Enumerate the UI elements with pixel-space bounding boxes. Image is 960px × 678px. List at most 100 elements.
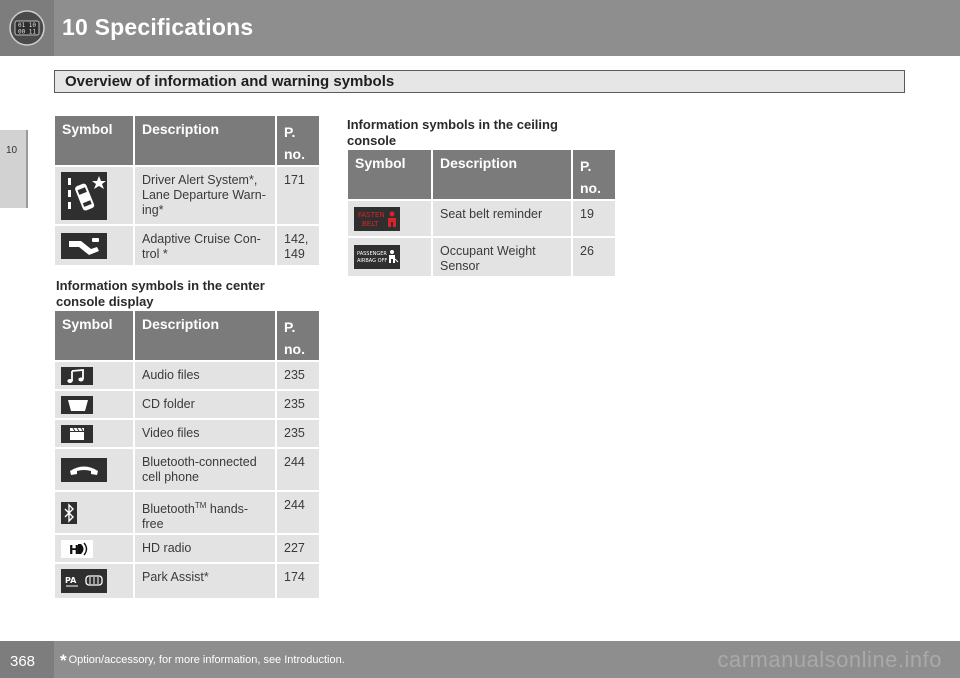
table-row: FASTEN BELT Seat belt reminder 19 [348,201,615,238]
side-tab-label: 10 [6,145,18,156]
trademark-superscript: TM [194,501,207,510]
table-row: PASSENGER AIRBAG OFF Occupant Weight Sen… [348,238,615,278]
column-header-page: P. no. [573,150,615,201]
description-cell: Video files [135,420,277,449]
adaptive-cruise-control-icon [61,232,107,259]
page-cell: 26 [573,238,615,278]
symbol-cell: PASSENGER AIRBAG OFF [348,238,433,278]
description-cell: Occupant Weight Sensor [433,238,573,278]
column-header-description: Description [135,116,277,167]
symbol-cell [55,492,135,535]
phone-handset-icon [61,457,107,482]
svg-text:PA: PA [65,576,77,585]
page-cell: 235 [277,420,319,449]
section-title: Overview of information and warning symb… [65,73,395,90]
svg-text:BELT: BELT [362,220,379,228]
table-header-row: Symbol Description P. no. [55,116,319,167]
center-console-symbols-table: Symbol Description P. no. Audio files 235… [55,311,319,600]
symbol-cell [55,226,135,267]
svg-text:FASTEN: FASTEN [358,211,385,219]
symbol-cell [55,391,135,420]
fasten-belt-icon: FASTEN BELT [354,206,400,231]
description-cell: Seat belt reminder [433,201,573,238]
page-cell: 171 [277,167,319,226]
column-header-symbol: Symbol [348,150,433,201]
section-title-box: Overview of information and warning symb… [54,70,905,93]
table-row: CD folder 235 [55,391,319,420]
page-number: 368 [10,653,36,670]
column-header-page-no: no. [284,341,305,357]
table-header-row: Symbol Description P. no. [348,150,615,201]
driver-assist-symbols-table: Symbol Description P. no. Driver Alert Sy… [55,116,319,267]
chapter-title: 10 Specifications [62,14,254,40]
table-row: Video files 235 [55,420,319,449]
symbol-cell: H [55,535,135,564]
description-cell: CD folder [135,391,277,420]
table-row: PA Park Assist* 174 [55,564,319,600]
page-cell: 227 [277,535,319,564]
music-note-icon [61,366,93,385]
description-cell: Audio files [135,362,277,391]
symbol-cell: FASTEN BELT [348,201,433,238]
svg-text:H: H [69,543,79,557]
page-cell: 19 [573,201,615,238]
svg-text:AIRBAG OFF: AIRBAG OFF [357,258,387,264]
description-cell: HD radio [135,535,277,564]
description-cell: Driver Alert System*, Lane Departure War… [135,167,277,226]
column-header-page-no: no. [580,180,601,196]
page-cell: 174 [277,564,319,600]
header-icon-tab: 01 10 00 11 [0,0,54,56]
table-row: BluetoothTM hands-free 244 [55,492,319,535]
table-row: Driver Alert System*, Lane Departure War… [55,167,319,226]
footer-page-tab: 368 [0,641,54,678]
ceiling-console-heading: Information symbols in the ceiling conso… [347,117,558,148]
page-cell: 244 [277,449,319,492]
column-header-description: Description [135,311,277,362]
park-assist-icon: PA [61,569,107,593]
driver-alert-lane-departure-icon [61,171,107,220]
table-row: Adaptive Cruise Con-trol * 142, 149 [55,226,319,267]
hd-radio-icon: H [61,539,93,558]
cd-folder-icon [61,395,93,414]
column-header-page: P. no. [277,311,319,362]
column-header-page-p: P. [284,319,296,335]
center-console-heading: Information symbols in the center consol… [56,278,265,309]
table-row: Bluetooth-connected cell phone 244 [55,449,319,492]
page-cell: 235 [277,362,319,391]
car-info-display-icon: 01 10 00 11 [9,10,45,46]
page-cell: 142, 149 [277,226,319,267]
svg-text:PASSENGER: PASSENGER [357,251,387,257]
svg-text:00 11: 00 11 [18,29,36,36]
column-header-symbol: Symbol [55,116,135,167]
page-cell: 235 [277,391,319,420]
column-header-page: P. no. [277,116,319,167]
symbol-cell [55,420,135,449]
description-cell: Bluetooth-connected cell phone [135,449,277,492]
description-cell: BluetoothTM hands-free [135,492,277,535]
table-row: H HD radio 227 [55,535,319,564]
footnote-star: * [60,651,67,670]
passenger-airbag-off-icon: PASSENGER AIRBAG OFF [354,245,400,269]
symbol-cell [55,449,135,492]
ceiling-console-symbols-table: Symbol Description P. no. FASTEN BELT Sea… [348,150,615,278]
footnote-text: Option/accessory, for more information, … [68,654,345,666]
chapter-side-tab: 10 [0,130,28,208]
symbol-cell: PA [55,564,135,600]
footnote: * Option/accessory, for more information,… [60,651,345,671]
page-header: 01 10 00 11 10 Specifications [0,0,960,56]
page-cell: 244 [277,492,319,535]
description-cell: Park Assist* [135,564,277,600]
column-header-description: Description [433,150,573,201]
watermark: carmanualsonline.info [717,647,942,672]
symbol-cell [55,362,135,391]
description-main: Bluetooth [142,502,195,517]
bluetooth-icon [61,501,77,524]
video-clapper-icon [61,424,93,443]
column-header-symbol: Symbol [55,311,135,362]
column-header-page-p: P. [284,124,296,140]
column-header-page-no: no. [284,146,305,162]
table-row: Audio files 235 [55,362,319,391]
page-footer: 368 * Option/accessory, for more informat… [0,641,960,678]
table-header-row: Symbol Description P. no. [55,311,319,362]
description-cell: Adaptive Cruise Con-trol * [135,226,277,267]
